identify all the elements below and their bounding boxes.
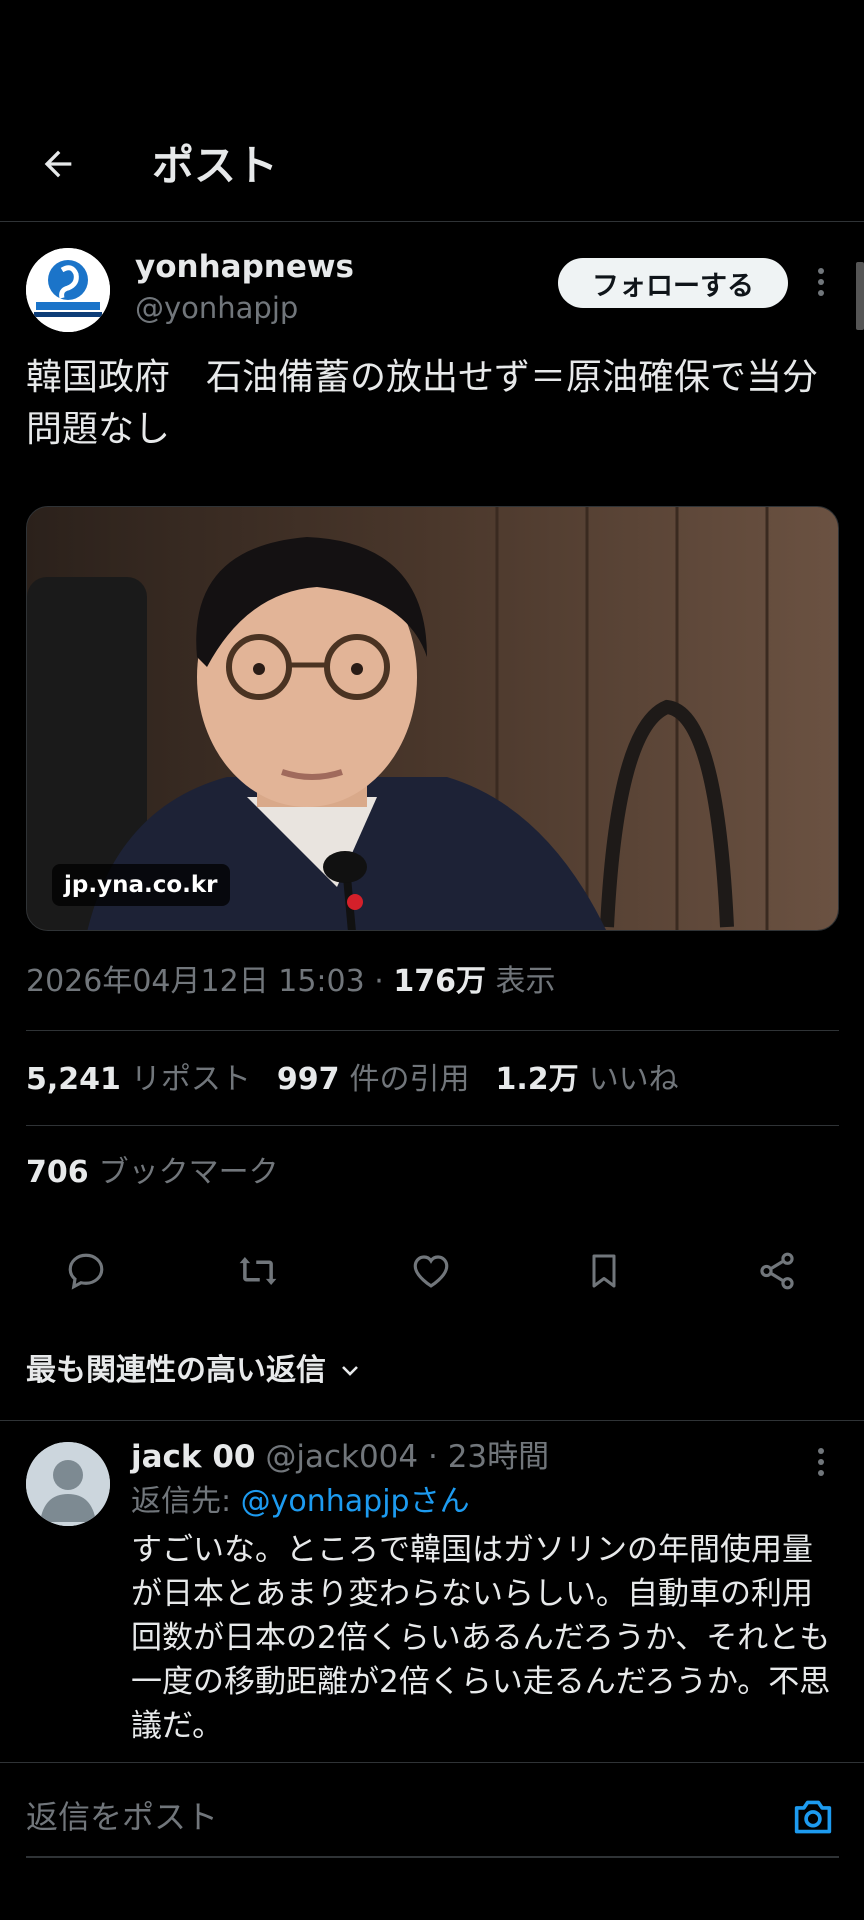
camera-button[interactable] [790, 1794, 836, 1840]
composer-underline [26, 1856, 839, 1858]
bookmark-icon [592, 1254, 616, 1288]
post-timestamp[interactable]: 2026年04月12日 15:03 [26, 964, 365, 999]
quotes-label: 件の引用 [349, 1062, 470, 1097]
back-button[interactable] [34, 140, 82, 188]
divider [0, 1420, 864, 1421]
reposts-stat[interactable]: 5,241 リポスト [26, 1060, 251, 1100]
reply-time[interactable]: · 23時間 [428, 1439, 549, 1475]
divider [0, 1762, 864, 1763]
post-detail-screen: ポスト yonhapnews @yonhapjp フォローする 韓国政府 石油備… [0, 0, 864, 1920]
page-title: ポスト [152, 141, 279, 190]
arrow-left-icon [44, 150, 72, 178]
author-name[interactable]: yonhapnews [135, 248, 354, 286]
reply-text: すごいな。ところで韓国はガソリンの年間使用量が日本とあまり変わらないらしい。自動… [131, 1532, 831, 1744]
post-media-card[interactable]: jp.yna.co.kr [26, 506, 839, 931]
reply-author-handle[interactable]: @jack004 [265, 1439, 418, 1475]
post-meta: 2026年04月12日 15:03 · 176万 表示 [26, 962, 556, 1002]
replies-sort-label: 最も関連性の高い返信 [26, 1353, 326, 1388]
reply-composer-input[interactable]: 返信をポスト [26, 1796, 218, 1838]
post-more-button[interactable] [806, 262, 836, 302]
like-button[interactable] [404, 1244, 458, 1298]
meta-separator: · [374, 964, 384, 999]
replies-sort-dropdown[interactable]: 最も関連性の高い返信 [26, 1350, 362, 1392]
reply-button[interactable] [59, 1244, 113, 1298]
engagement-stats: 5,241 リポスト 997 件の引用 1.2万 いいね [26, 1060, 679, 1100]
reply-to-line: 返信先: @yonhapjpさん [131, 1481, 470, 1523]
views-count: 176万 [393, 964, 486, 999]
likes-label: いいね [588, 1062, 679, 1097]
quotes-count: 997 [276, 1062, 340, 1097]
action-bar [0, 1244, 864, 1298]
top-app-bar: ポスト [0, 110, 864, 222]
reply-icon [68, 1253, 104, 1290]
follow-button[interactable]: フォローする [558, 258, 788, 308]
default-avatar-icon [26, 1442, 110, 1526]
bookmarks-count: 706 [26, 1155, 89, 1190]
more-vertical-icon [818, 268, 824, 296]
share-icon [760, 1252, 794, 1290]
author-handle[interactable]: @yonhapjp [135, 290, 298, 326]
reply-author-name[interactable]: jack 00 [131, 1439, 255, 1475]
reply-more-button[interactable] [806, 1442, 836, 1482]
reply-to-mention[interactable]: @yonhapjpさん [241, 1484, 470, 1519]
reply-to-prefix: 返信先: [131, 1484, 241, 1519]
chevron-down-icon [342, 1366, 358, 1376]
yonhap-logo [26, 248, 110, 332]
media-domain-label: jp.yna.co.kr [52, 864, 230, 906]
camera-icon [794, 1800, 832, 1834]
repost-icon [239, 1257, 277, 1285]
divider [26, 1030, 839, 1031]
share-button[interactable] [750, 1244, 804, 1298]
reply-header: jack 00 @jack004 · 23時間 [131, 1436, 549, 1478]
likes-count: 1.2万 [495, 1062, 579, 1097]
post-text: 韓国政府 石油備蓄の放出せず＝原油確保で当分問題なし [26, 357, 819, 450]
bookmark-button[interactable] [577, 1244, 631, 1298]
scrollbar-thumb[interactable] [856, 262, 864, 330]
like-icon [413, 1255, 449, 1288]
reposts-count: 5,241 [26, 1062, 121, 1097]
views-label: 表示 [495, 964, 556, 999]
reply-author-avatar[interactable] [26, 1442, 110, 1526]
author-avatar[interactable] [26, 248, 110, 332]
likes-stat[interactable]: 1.2万 いいね [496, 1060, 679, 1100]
divider [26, 1125, 839, 1126]
reposts-label: リポスト [130, 1062, 251, 1097]
quotes-stat[interactable]: 997 件の引用 [277, 1060, 470, 1100]
repost-button[interactable] [231, 1244, 285, 1298]
more-vertical-icon [818, 1448, 824, 1476]
bookmarks-stat[interactable]: 706 ブックマーク [26, 1153, 279, 1193]
bookmarks-label: ブックマーク [98, 1155, 279, 1190]
